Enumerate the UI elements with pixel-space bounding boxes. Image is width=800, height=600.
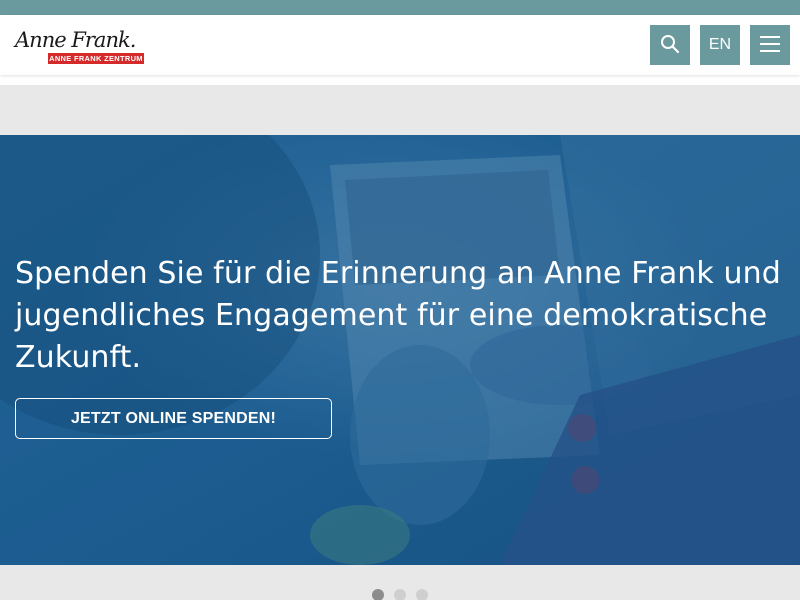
carousel-dot-3[interactable]	[416, 589, 428, 600]
carousel-pagination	[372, 589, 428, 600]
hamburger-menu-icon	[759, 35, 781, 56]
hero-banner: Spenden Sie für die Erinnerung an Anne F…	[0, 135, 800, 565]
hero-headline: Spenden Sie für die Erinnerung an Anne F…	[15, 256, 781, 375]
carousel-dot-2[interactable]	[394, 589, 406, 600]
donate-online-button[interactable]: JETZT ONLINE SPENDEN!	[15, 398, 332, 439]
logo-signature: Anne Frank.	[15, 28, 136, 52]
menu-button[interactable]	[750, 25, 790, 65]
carousel-dot-1[interactable]	[372, 589, 384, 600]
anne-frank-zentrum-logo[interactable]: Anne Frank. ANNE FRANK ZENTRUM	[15, 26, 145, 66]
language-switch-button[interactable]: EN	[700, 25, 740, 65]
logo-tagline: ANNE FRANK ZENTRUM	[48, 53, 144, 64]
top-accent-bar	[0, 0, 800, 15]
search-button[interactable]	[650, 25, 690, 65]
site-header: Anne Frank. ANNE FRANK ZENTRUM EN	[0, 15, 800, 75]
search-icon	[660, 34, 680, 57]
gray-spacer-strip	[0, 85, 800, 135]
